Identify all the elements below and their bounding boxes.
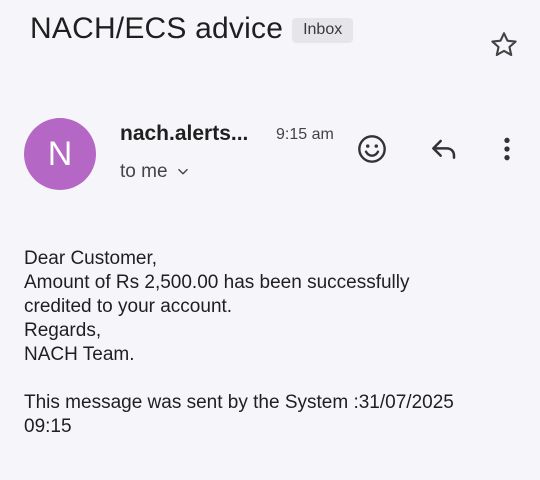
body-line: Amount of Rs 2,500.00 has been successfu… bbox=[24, 272, 410, 293]
emoji-icon bbox=[358, 135, 386, 163]
subject-row: NACH/ECS advice Inbox bbox=[30, 12, 354, 46]
body-greeting: Dear Customer, bbox=[24, 248, 158, 269]
body-line: credited to your account. bbox=[24, 296, 233, 317]
body-footer: This message was sent by the System :31/… bbox=[24, 392, 454, 413]
recipient-label: to me bbox=[120, 161, 168, 182]
sender-avatar[interactable]: N bbox=[24, 118, 96, 190]
body-sign-off: Regards, bbox=[24, 320, 102, 341]
chevron-down-icon bbox=[177, 168, 188, 175]
add-reaction-button[interactable] bbox=[354, 131, 390, 167]
more-options-button[interactable] bbox=[489, 131, 525, 167]
more-vert-icon bbox=[504, 137, 510, 161]
recipient-details-toggle[interactable]: to me bbox=[120, 161, 190, 183]
email-subject: NACH/ECS advice bbox=[30, 12, 284, 45]
body-footer: 09:15 bbox=[24, 416, 72, 437]
star-icon[interactable] bbox=[488, 29, 520, 61]
body-team: NACH Team. bbox=[24, 344, 135, 365]
reply-button[interactable] bbox=[426, 131, 462, 167]
email-body: Dear Customer, Amount of Rs 2,500.00 has… bbox=[24, 247, 514, 439]
reply-icon bbox=[432, 139, 456, 159]
received-time: 9:15 am bbox=[276, 126, 334, 143]
sender-name[interactable]: nach.alerts... bbox=[120, 122, 248, 146]
inbox-label-badge[interactable]: Inbox bbox=[292, 17, 354, 43]
